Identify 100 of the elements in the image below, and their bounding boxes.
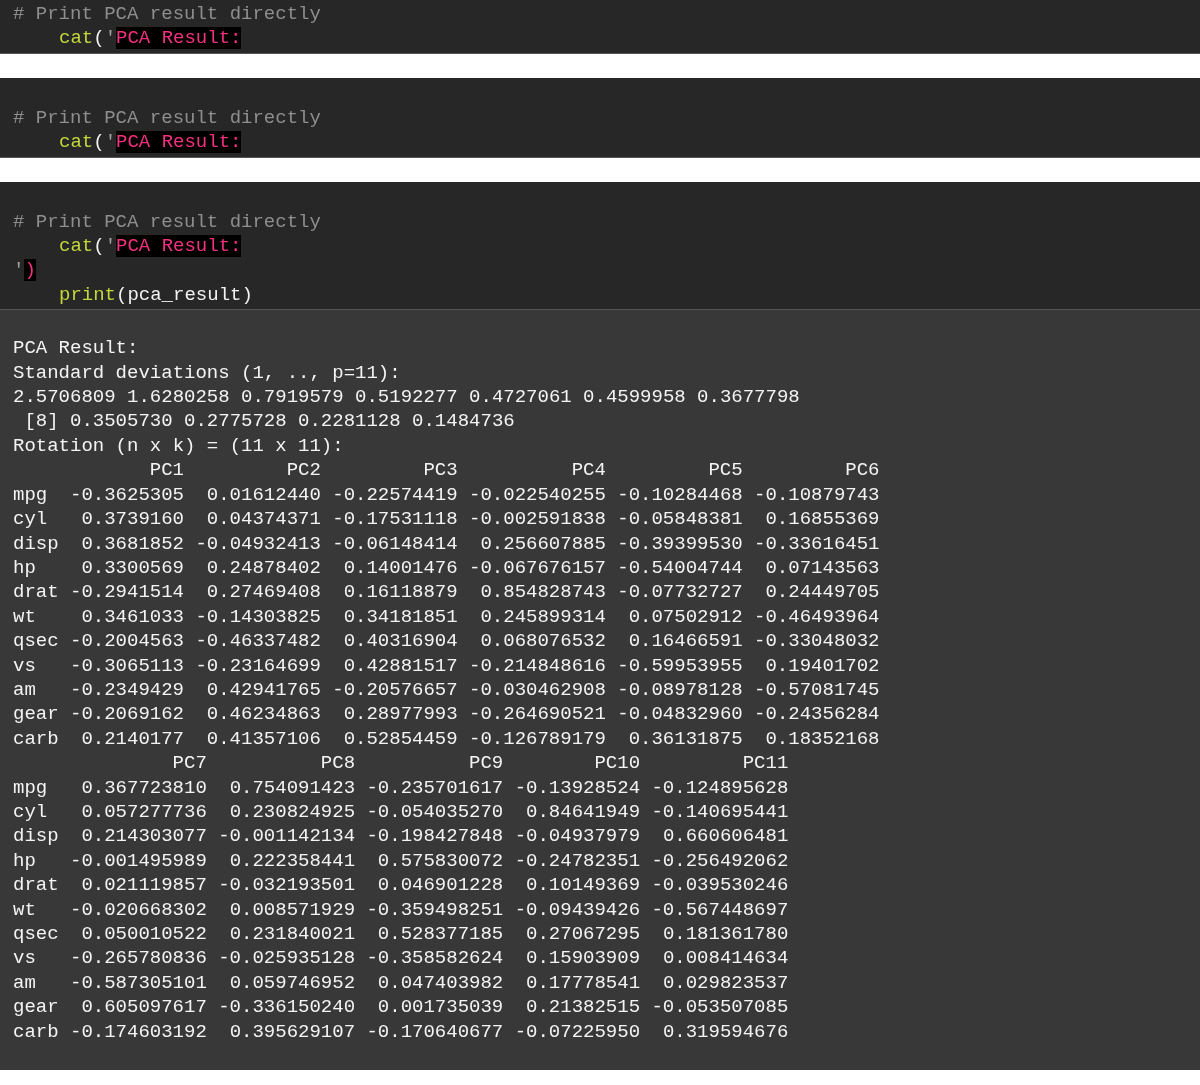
table-cell: -0.174603192 — [70, 1019, 207, 1045]
code-line: # Print PCA result directly — [13, 2, 322, 27]
table-cell-text: 0.230824925 — [228, 799, 356, 825]
table-cell: -0.336150240 — [218, 995, 356, 1020]
table-cell-text: 0.029823537 — [661, 970, 789, 996]
table-cell-text: 0.214303077 — [80, 824, 207, 849]
table-cell-text: 0.3739160 — [80, 507, 185, 532]
table-cell-text: 0.057277736 — [80, 799, 207, 825]
table-cell-text: 0.3461033 — [80, 604, 185, 630]
table-cell: -0.09439426 — [514, 897, 641, 922]
table-cell: -0.067676157 — [469, 555, 606, 581]
table-cell: -0.04832960 — [617, 702, 743, 727]
table-cell-text: 0.021119857 — [80, 873, 207, 898]
table-cell: -0.235701617 — [366, 775, 504, 800]
table-cell: -0.2069162 — [70, 702, 185, 727]
table-cell: -0.54004744 — [617, 555, 743, 581]
table-cell: -0.140695441 — [651, 799, 789, 825]
table-cell-text: 0.16466591 — [627, 629, 743, 654]
table-cell: -0.001142134 — [218, 824, 356, 849]
table-cell: -0.23164699 — [195, 653, 321, 678]
table-cell-text: 0.231840021 — [228, 922, 356, 947]
table-cell-text: 0.528377185 — [376, 922, 504, 947]
table-cell: -0.002591838 — [469, 507, 606, 532]
table-cell: -0.08978128 — [617, 677, 743, 703]
table-cell-text: 0.27469408 — [205, 580, 321, 605]
row-label: cyl — [13, 799, 49, 825]
table-cell: -0.198427848 — [366, 824, 504, 849]
row-label: vs — [13, 653, 37, 678]
column-header: PC2 — [285, 458, 321, 483]
table-cell: -0.57081745 — [754, 677, 880, 703]
table-cell: -0.587305101 — [70, 970, 207, 996]
code-line: print(pca_result) — [58, 282, 254, 308]
table-cell-text: 0.2140177 — [80, 726, 185, 752]
table-cell-text: 0.181361780 — [661, 922, 789, 947]
table-cell-text: 0.3681852 — [80, 531, 185, 556]
table-cell: -0.567448697 — [651, 897, 789, 922]
table-cell-text: 0.46234863 — [205, 702, 321, 727]
row-label: wt — [13, 897, 37, 922]
table-cell: -0.001495989 — [70, 848, 207, 874]
table-cell: -0.20576657 — [332, 677, 458, 703]
table-cell: -0.264690521 — [469, 702, 606, 727]
column-header: PC8 — [319, 751, 356, 776]
row-label: mpg — [13, 775, 49, 800]
table-cell: -0.24782351 — [514, 848, 641, 874]
code-line: cat('PCA Result: — [58, 130, 243, 155]
row-label: drat — [13, 580, 59, 605]
table-cell-text: 0.21382515 — [525, 995, 641, 1020]
row-label: hp — [13, 555, 37, 581]
table-cell-text: 0.046901228 — [376, 873, 504, 898]
table-cell: -0.2941514 — [70, 580, 185, 605]
table-cell: -0.020668302 — [70, 897, 207, 922]
table-cell-text: 0.42941765 — [205, 677, 321, 703]
table-cell-text: 0.84641949 — [525, 799, 641, 825]
table-cell-text: 0.008414634 — [661, 946, 789, 971]
table-cell-text: 0.24878402 — [205, 555, 321, 581]
table-cell: -0.054035270 — [366, 799, 504, 825]
table-cell-text: 0.10149369 — [525, 873, 641, 898]
table-cell-text: 0.059746952 — [228, 970, 356, 996]
output-line: [8] 0.3505730 0.2775728 0.2281128 0.1484736 — [23, 409, 516, 434]
table-cell-text: 0.16118879 — [342, 580, 458, 605]
row-label: gear — [13, 995, 59, 1020]
table-cell-text: 0.050010522 — [80, 922, 207, 947]
column-header: PC3 — [422, 458, 458, 483]
table-cell: -0.2349429 — [70, 677, 185, 703]
table-cell: -0.33048032 — [754, 629, 880, 654]
table-cell-text: 0.27067295 — [525, 922, 641, 947]
row-label: carb — [13, 726, 59, 752]
table-cell: -0.04932413 — [195, 531, 321, 556]
table-cell-text: 0.52854459 — [342, 726, 458, 752]
table-cell-text: 0.15903909 — [525, 946, 641, 971]
code-line: # Print PCA result directly — [13, 105, 322, 131]
table-cell-text: 0.16855369 — [764, 507, 880, 532]
table-cell: -0.06148414 — [332, 531, 458, 556]
table-cell-text: 0.19401702 — [764, 653, 880, 678]
row-label: am — [13, 970, 37, 996]
table-cell: -0.256492062 — [651, 848, 789, 874]
table-cell-text: 0.18352168 — [764, 726, 880, 752]
output-line: 2.5706809 1.6280258 0.7919579 0.5192277 0.4727061 0.4599958 0.3677798 — [13, 385, 801, 410]
table-cell-text: 0.395629107 — [228, 1019, 356, 1045]
table-cell-text: 0.319594676 — [661, 1019, 789, 1045]
table-cell: -0.3625305 — [70, 482, 185, 508]
column-header: PC7 — [171, 751, 207, 776]
code-line: cat('PCA Result: — [58, 26, 243, 51]
table-cell-text: 0.367723810 — [80, 775, 207, 800]
table-cell: -0.10879743 — [754, 482, 880, 508]
table-cell: -0.07225950 — [514, 1019, 641, 1045]
table-cell-text: 0.04374371 — [205, 507, 321, 532]
table-cell: -0.022540255 — [469, 482, 606, 508]
code-line: cat('PCA Result: — [58, 234, 243, 259]
column-header: PC5 — [707, 458, 743, 483]
row-label: drat — [13, 873, 59, 898]
code-line: ') — [13, 258, 37, 283]
table-cell-text: 0.068076532 — [479, 629, 606, 654]
row-label: am — [13, 677, 37, 703]
table-cell-text: 0.605097617 — [80, 995, 207, 1020]
table-cell: -0.214848616 — [469, 653, 606, 678]
table-cell: -0.359498251 — [366, 897, 504, 922]
row-label: carb — [13, 1019, 59, 1045]
output-line: Rotation (n x k) = (11 x 11): — [13, 433, 345, 459]
table-cell-text: 0.28977993 — [342, 702, 458, 727]
